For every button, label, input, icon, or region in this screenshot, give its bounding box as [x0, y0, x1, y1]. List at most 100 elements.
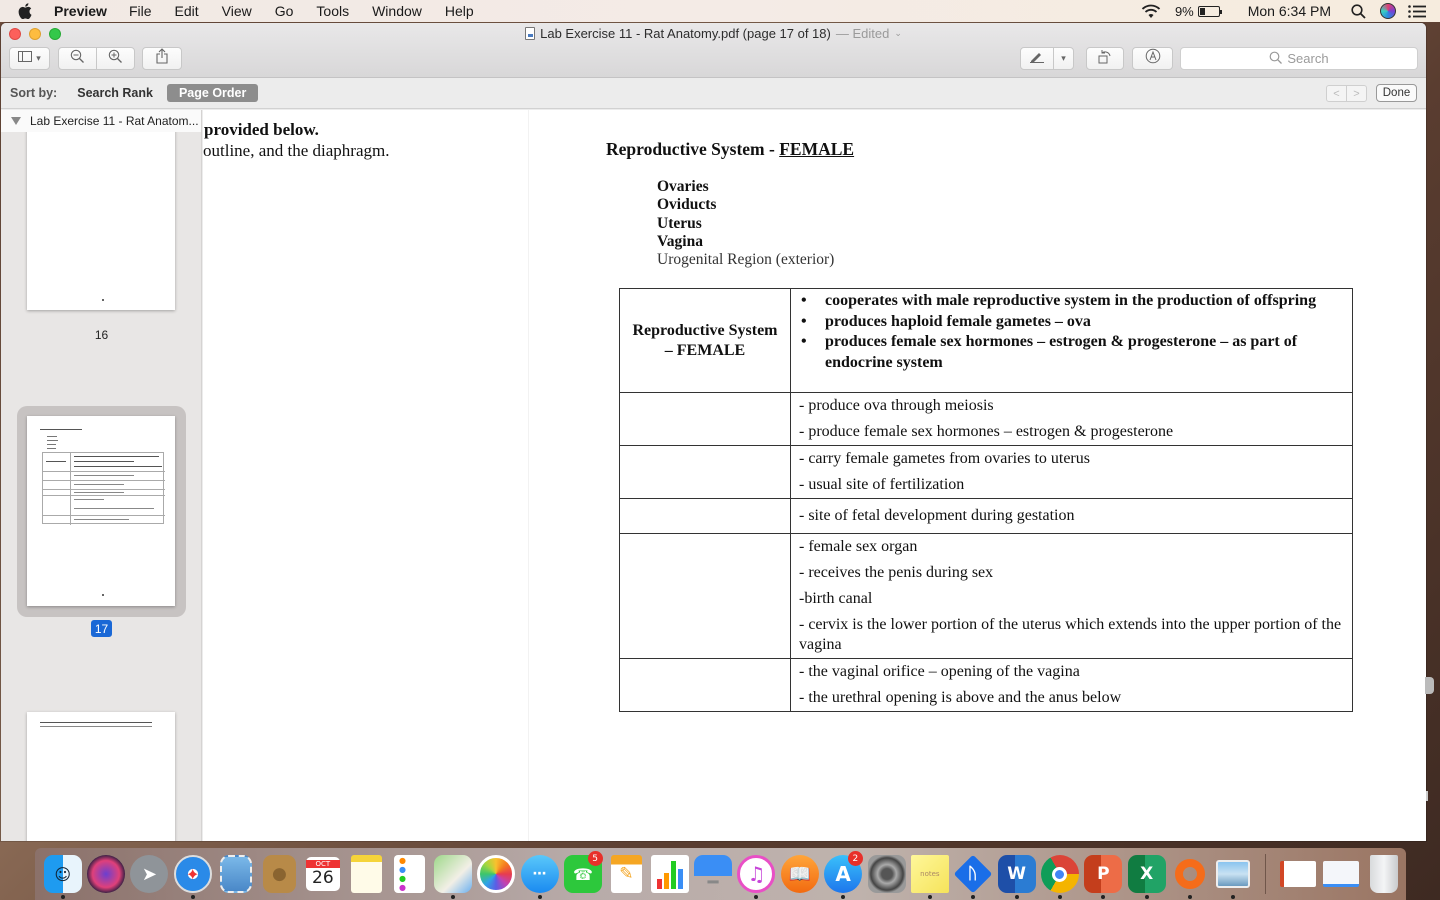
dock-powerpoint[interactable]: P	[1082, 848, 1125, 900]
dock-keynote[interactable]: ━	[691, 848, 734, 900]
page-thumbnail-18[interactable]	[27, 712, 175, 841]
finder-icon: ☺	[43, 855, 82, 893]
dock-mail[interactable]	[214, 848, 257, 900]
menu-file[interactable]: File	[129, 3, 152, 19]
previous-result-button[interactable]: <	[1327, 86, 1347, 101]
sort-search-rank[interactable]: Search Rank	[77, 86, 153, 100]
thumbnail-sidebar: Lab Exercise 11 - Rat Anatom... 16 17	[1, 110, 202, 841]
app-store-doc-icon	[1323, 861, 1360, 887]
title-bar: Lab Exercise 11 - Rat Anatomy.pdf (page …	[1, 23, 1426, 78]
zoom-in-button[interactable]	[96, 47, 135, 70]
search-icon	[1269, 51, 1283, 67]
next-result-button[interactable]: >	[1347, 86, 1366, 101]
bluetooth-icon: ᚢ	[953, 854, 993, 894]
dock-stickies[interactable]: notes	[908, 848, 951, 900]
dock-word[interactable]: W	[995, 848, 1038, 900]
thumbnail-text-line	[40, 726, 152, 727]
dock-pages[interactable]: ✎	[605, 848, 648, 900]
disclosure-triangle-icon[interactable]	[11, 117, 21, 125]
battery-status[interactable]: 9%	[1175, 4, 1222, 19]
dock-powerpoint-document[interactable]	[1276, 848, 1319, 900]
notification-badge: 2	[847, 851, 863, 866]
dock-app-store[interactable]: A2	[821, 848, 864, 900]
description-line: - site of fetal development during gesta…	[799, 507, 1075, 524]
menu-help[interactable]: Help	[445, 3, 474, 19]
dock-chrome[interactable]	[1038, 848, 1081, 900]
siri-icon[interactable]	[1380, 3, 1396, 19]
share-button[interactable]	[142, 47, 182, 70]
menu-go[interactable]: Go	[275, 3, 294, 19]
running-indicator	[1231, 895, 1236, 899]
mail-icon	[220, 855, 253, 893]
dock-system-preferences[interactable]	[865, 848, 908, 900]
dock-facetime[interactable]: ☎ 5	[561, 848, 604, 900]
dock-contacts[interactable]: ●	[258, 848, 301, 900]
description-line: -birth canal	[799, 590, 873, 607]
running-indicator	[537, 895, 542, 899]
document-view[interactable]: provided below. outline, and the diaphra…	[203, 110, 1426, 841]
menu-tools[interactable]: Tools	[316, 3, 349, 19]
markup-pen-button[interactable]	[1020, 47, 1054, 70]
dock-maps[interactable]	[431, 848, 474, 900]
apple-menu-icon[interactable]	[18, 3, 38, 19]
dock-siri[interactable]	[84, 848, 127, 900]
function-bullet-list: cooperates with male reproductive system…	[799, 289, 1344, 373]
done-button[interactable]: Done	[1376, 84, 1417, 102]
pdf-document-icon	[525, 27, 536, 40]
page-thumbnail-17[interactable]	[27, 416, 175, 606]
clock[interactable]: Mon 6:34 PM	[1248, 3, 1331, 19]
table-row: - the vaginal orifice – opening of the v…	[619, 658, 1353, 712]
word-icon: W	[997, 855, 1036, 893]
dock-reminders[interactable]: ● ● ● ●	[388, 848, 431, 900]
dock-finder[interactable]: ☺	[41, 848, 84, 900]
powerpoint-icon: P	[1084, 855, 1123, 893]
zoom-out-button[interactable]	[58, 47, 97, 70]
side-panel-handle[interactable]	[1425, 677, 1434, 694]
chevron-down-icon: ⌄	[894, 28, 902, 38]
dock-trash[interactable]	[1363, 848, 1406, 900]
resize-grip[interactable]	[1426, 791, 1428, 801]
dock-preview[interactable]	[1212, 848, 1255, 900]
section-heading: Reproductive System - FEMALE	[606, 139, 854, 160]
search-placeholder: Search	[1287, 51, 1329, 66]
spotlight-icon[interactable]	[1351, 3, 1366, 19]
notification-center-icon[interactable]	[1408, 4, 1426, 18]
sort-page-order[interactable]: Page Order	[166, 84, 259, 102]
dock-photos[interactable]	[475, 848, 518, 900]
dock-safari[interactable]: ✦	[171, 848, 214, 900]
page-thumbnail-16[interactable]	[27, 116, 175, 310]
dock-excel[interactable]: X	[1125, 848, 1168, 900]
dock-origin[interactable]	[1168, 848, 1211, 900]
trash-icon	[1370, 855, 1399, 893]
menu-view[interactable]: View	[222, 3, 252, 19]
thumbnail-table	[42, 452, 165, 525]
dock-app-store-document[interactable]	[1319, 848, 1362, 900]
dock-notes[interactable]	[345, 848, 388, 900]
rotate-button[interactable]	[1086, 47, 1124, 70]
dock-launchpad[interactable]: ➤	[128, 848, 171, 900]
dock-numbers[interactable]	[648, 848, 691, 900]
dock-itunes[interactable]: ♫	[735, 848, 778, 900]
dock-messages[interactable]: ⋯	[518, 848, 561, 900]
thumbnail-text-line	[40, 429, 82, 430]
dock-ibooks[interactable]: 📖	[778, 848, 821, 900]
sidebar-view-button[interactable]: ▾	[9, 47, 50, 70]
running-indicator	[1014, 895, 1019, 899]
section-heading-prefix: Reproductive System -	[606, 139, 780, 159]
running-indicator	[754, 895, 759, 899]
table-row-description: - the vaginal orifice – opening of the v…	[790, 658, 1353, 712]
search-input[interactable]: Search	[1180, 47, 1418, 70]
menu-app-name[interactable]: Preview	[54, 3, 107, 19]
numbers-icon	[650, 855, 689, 893]
dock-bluetooth-file-exchange[interactable]: ᚢ	[952, 848, 995, 900]
window-title[interactable]: Lab Exercise 11 - Rat Anatomy.pdf (page …	[1, 26, 1426, 41]
markup-toolbar-button[interactable]	[1132, 47, 1173, 70]
menu-window[interactable]: Window	[372, 3, 422, 19]
wifi-icon[interactable]	[1141, 4, 1161, 19]
menu-edit[interactable]: Edit	[175, 3, 199, 19]
markup-options-dropdown[interactable]: ▾	[1053, 47, 1074, 70]
sidebar-document-header[interactable]: Lab Exercise 11 - Rat Anatom...	[1, 110, 201, 132]
dock-calendar[interactable]: OCT 26	[301, 848, 344, 900]
table-header-description: cooperates with male reproductive system…	[790, 288, 1353, 393]
table-row: - site of fetal development during gesta…	[619, 498, 1353, 534]
